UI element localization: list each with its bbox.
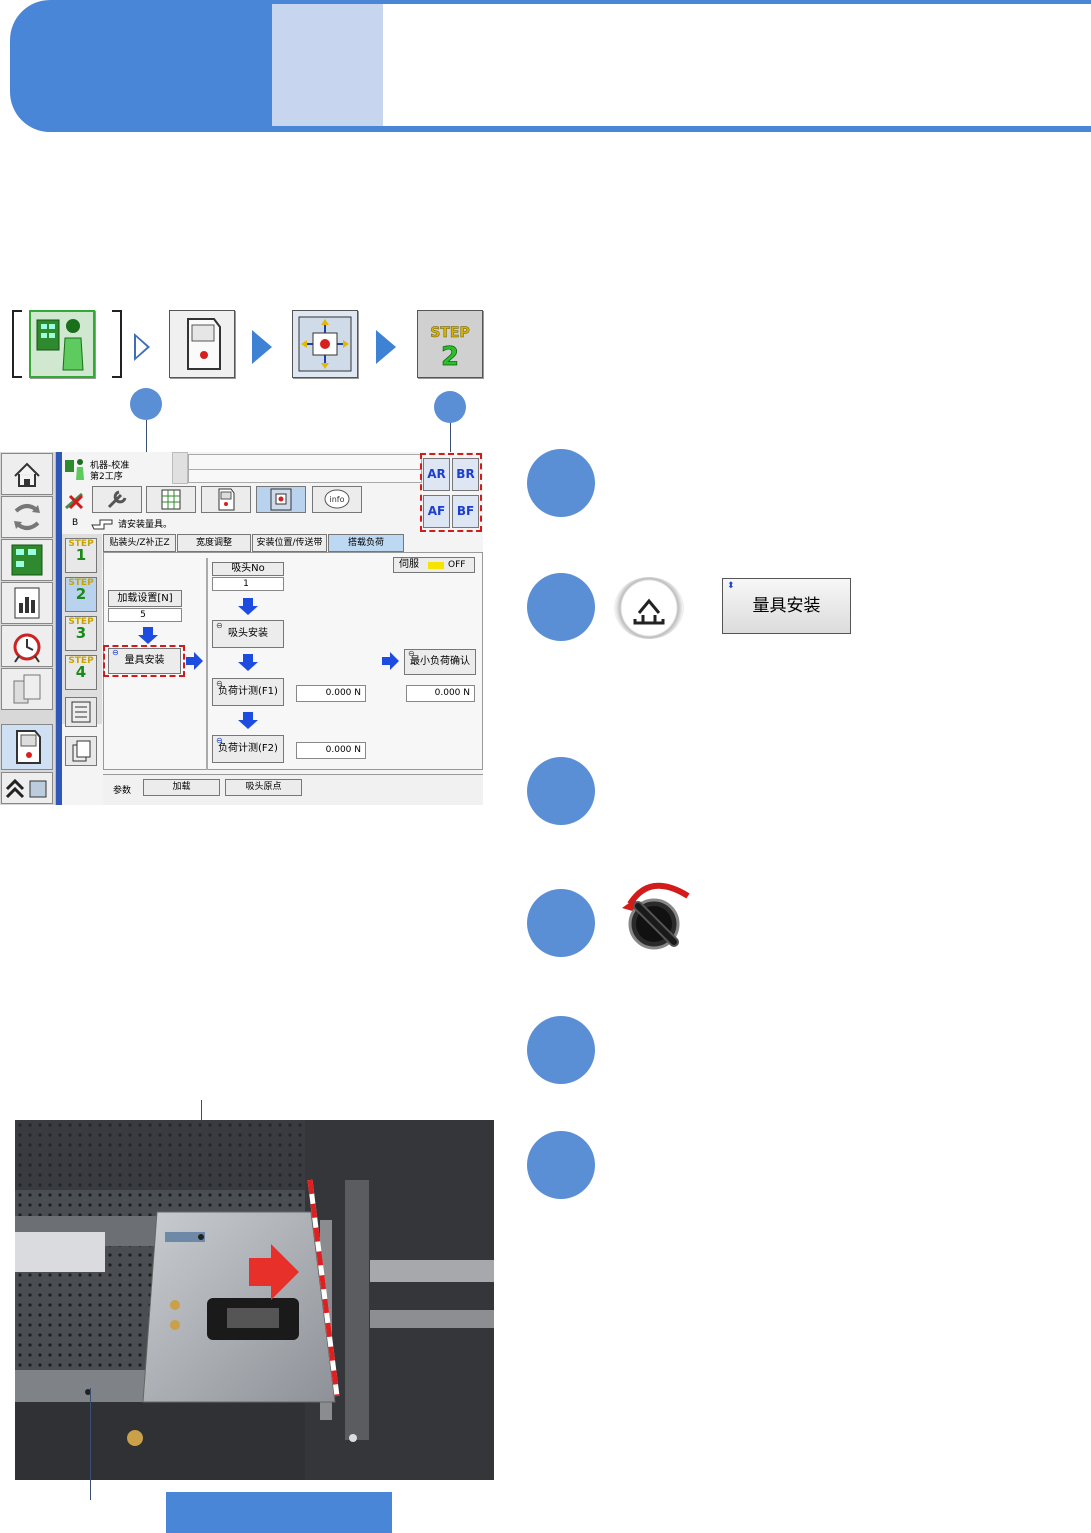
- home-up-arrow-icon: [633, 598, 665, 625]
- arrow-down-icon: [138, 627, 158, 644]
- machine-person-icon: [64, 457, 86, 481]
- step-4-button[interactable]: STEP 4: [65, 655, 97, 690]
- machine-door-icon[interactable]: [169, 310, 235, 378]
- callout-line-2: [450, 423, 451, 453]
- column-divider: [206, 558, 208, 770]
- calibration-target-icon[interactable]: [292, 310, 358, 378]
- callout-marker-1: [130, 388, 162, 420]
- nozzle-no-label: 吸头No: [212, 562, 284, 576]
- wrench-tool-icon[interactable]: [92, 486, 142, 513]
- f2-value-field: 0.000 N: [296, 742, 366, 759]
- status-field-1: [188, 454, 422, 470]
- arrow-right-icon: [186, 652, 203, 670]
- cancel-tool-icon[interactable]: [62, 488, 88, 512]
- scroll-up-icon[interactable]: [1, 772, 53, 804]
- copy-documents-icon[interactable]: [65, 736, 97, 766]
- rotary-switch-icon[interactable]: [616, 876, 696, 952]
- production-cycle-icon[interactable]: [1, 496, 53, 538]
- photo-caption-bar: [166, 1492, 392, 1533]
- load-measure-f1-button[interactable]: ⊖ 负荷计测(F1): [212, 678, 284, 706]
- calibration-software-window: 机器-校准 第2工序 info B 请安装量具。 STEP 1 STEP 2 STE…: [0, 452, 483, 805]
- flow-arrow-3: [376, 330, 396, 364]
- header-accent-block: [272, 4, 383, 126]
- main-side-menu: [0, 452, 57, 805]
- highlight-frame-heads: [420, 453, 482, 532]
- highlight-frame-gauge: [103, 645, 185, 677]
- documents-icon[interactable]: [1, 668, 53, 710]
- home-icon[interactable]: [1, 453, 53, 495]
- arrow-down-icon: [238, 598, 258, 615]
- step-3-button[interactable]: STEP 3: [65, 616, 97, 651]
- arrow-down-icon: [238, 712, 258, 729]
- flow-arrow-1: [134, 333, 150, 361]
- tab-mount-load[interactable]: 搭载负荷: [328, 534, 404, 552]
- load-button[interactable]: 加载: [143, 779, 220, 796]
- nozzle-install-button[interactable]: ⊖ 吸头安装: [212, 620, 284, 648]
- info-icon[interactable]: info: [312, 486, 362, 513]
- arrow-right-icon: [382, 652, 399, 670]
- sort-arrows-icon: ⬍: [727, 581, 735, 591]
- servo-arrow-icon: [428, 562, 444, 569]
- step-marker-2: [527, 573, 595, 641]
- prompt-text: 请安装量具。: [118, 520, 173, 530]
- chart-report-icon[interactable]: [1, 582, 53, 624]
- load-setting-value[interactable]: 5: [108, 608, 182, 622]
- tab-head-z-correction[interactable]: 贴装头/Z补正Z: [103, 534, 176, 552]
- svg-text:info: info: [329, 495, 344, 504]
- min-load-confirm-button[interactable]: ⊖ 最小负荷确认: [404, 649, 476, 675]
- load-setting-label: 加载设置[N]: [108, 590, 182, 607]
- step-marker-4: [527, 889, 595, 957]
- machine-gauge-photo: [15, 1120, 494, 1480]
- header-title-area: [272, 4, 1091, 126]
- machine-door-icon[interactable]: [201, 486, 251, 513]
- servo-status: 伺服 OFF: [393, 557, 475, 573]
- step-marker-6: [527, 1131, 595, 1199]
- alarm-clock-icon[interactable]: [1, 625, 53, 667]
- photo-callout-line-2: [90, 1388, 91, 1500]
- bracket-left: [12, 310, 22, 378]
- load-measure-f2-button[interactable]: ⊖ 负荷计测(F2): [212, 735, 284, 763]
- gauge-install-large-button[interactable]: ⬍ 量具安装: [722, 578, 851, 634]
- nozzle-origin-button[interactable]: 吸头原点: [225, 779, 302, 796]
- params-label: 参数: [113, 786, 132, 796]
- nozzle-no-value[interactable]: 1: [212, 577, 284, 591]
- pointing-hand-icon: [90, 515, 116, 531]
- arrow-down-icon: [238, 654, 258, 671]
- callout-marker-2: [434, 391, 466, 423]
- step-2-icon[interactable]: STEP 2: [417, 310, 483, 378]
- svg-text:STEP: STEP: [430, 325, 469, 341]
- board-pcb-icon[interactable]: [1, 539, 53, 581]
- machine-person-icon[interactable]: [29, 310, 95, 378]
- table-grid-icon[interactable]: [146, 486, 196, 513]
- flow-arrow-2: [252, 330, 272, 364]
- data-tool-icon[interactable]: [65, 697, 97, 727]
- tab-mount-position-conveyor[interactable]: 安装位置/传送带: [252, 534, 327, 552]
- machine-door-icon[interactable]: [1, 724, 53, 770]
- f1-value-field: 0.000 N: [296, 685, 366, 702]
- status-field-2: [188, 469, 422, 483]
- step-marker-1: [527, 449, 595, 517]
- step-marker-5: [527, 1016, 595, 1084]
- bracket-right: [112, 310, 122, 378]
- min-value-field: 0.000 N: [406, 685, 475, 702]
- step-marker-3: [527, 757, 595, 825]
- tab-width-adjust[interactable]: 宽度调整: [177, 534, 251, 552]
- step-1-button[interactable]: STEP 1: [65, 538, 97, 573]
- title-separator: [172, 452, 188, 484]
- calibration-target-icon[interactable]: [256, 486, 306, 513]
- step-2-button[interactable]: STEP 2: [65, 577, 97, 612]
- window-title-line2: 第2工序: [90, 472, 123, 482]
- prompt-code: B: [72, 518, 79, 528]
- svg-text:2: 2: [441, 342, 459, 372]
